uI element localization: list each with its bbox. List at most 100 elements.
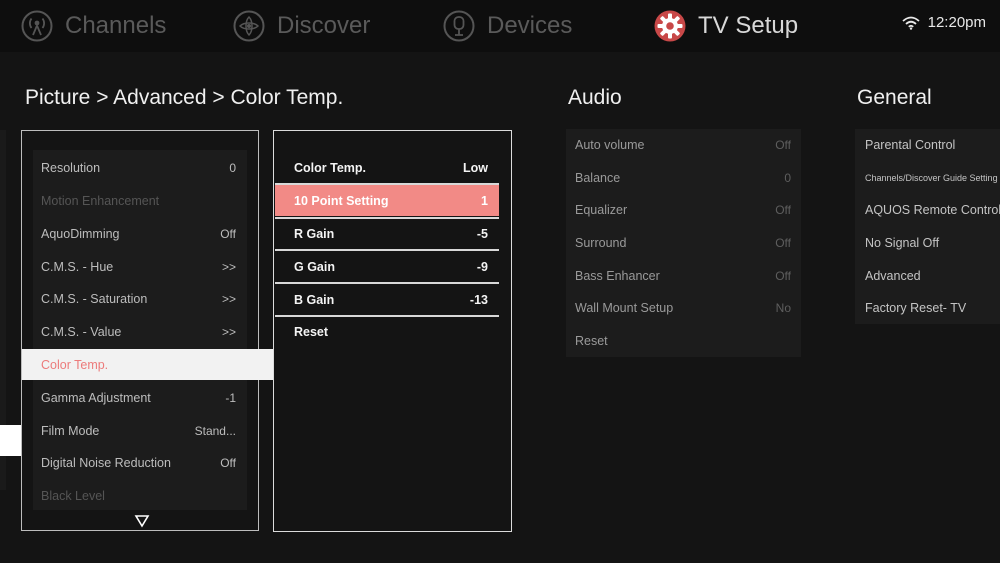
item-label: Auto volume	[575, 138, 645, 152]
item-value: 0	[784, 171, 791, 185]
item-value: -13	[469, 292, 488, 307]
item-label: Gamma Adjustment	[41, 391, 151, 405]
clock: 12:20pm	[927, 14, 986, 31]
item-label: G Gain	[294, 259, 335, 274]
menu-item-film-mode[interactable]: Film Mode Stand...	[41, 415, 236, 447]
menu-item-aquodimming[interactable]: AquoDimming Off	[41, 218, 236, 250]
previous-menu-selection	[0, 425, 21, 456]
menu-item-color-temp-mode[interactable]: Color Temp. Low	[275, 152, 499, 183]
menu-item-auto-volume[interactable]: Auto volume Off	[575, 129, 791, 161]
menu-item-advanced[interactable]: Advanced	[865, 260, 1000, 292]
nav-tv-setup[interactable]: TV Setup	[654, 4, 798, 48]
nav-label: Channels	[65, 12, 167, 39]
menu-item-reset[interactable]: Reset	[275, 316, 499, 347]
breadcrumb: Picture > Advanced > Color Temp.	[25, 86, 344, 109]
item-label: Balance	[575, 171, 621, 185]
item-value: Low	[463, 160, 488, 175]
menu-item-cms-hue[interactable]: C.M.S. - Hue >>	[41, 251, 236, 283]
channels-icon	[21, 10, 53, 42]
item-value: >>	[221, 260, 236, 274]
nav-discover[interactable]: Discover	[233, 4, 370, 48]
item-label: R Gain	[294, 226, 335, 241]
menu-item-resolution[interactable]: Resolution 0	[41, 152, 236, 184]
item-label: Reset	[575, 334, 608, 348]
menu-item-bass-enhancer[interactable]: Bass Enhancer Off	[575, 260, 791, 292]
item-value: Off	[220, 456, 236, 470]
menu-item-factory-reset[interactable]: Factory Reset- TV	[865, 292, 1000, 324]
item-label: Factory Reset- TV	[865, 301, 967, 315]
item-label: Color Temp.	[41, 357, 109, 372]
item-value: Stand...	[194, 424, 236, 438]
item-label: C.M.S. - Hue	[41, 260, 114, 274]
item-value: Off	[220, 227, 236, 241]
menu-item-parental-control[interactable]: Parental Control	[865, 129, 1000, 161]
item-label: Film Mode	[41, 424, 100, 438]
scroll-down-arrow-icon[interactable]	[134, 514, 150, 528]
color-temp-menu: Color Temp. Low 10 Point Setting 1 R Gai…	[273, 130, 512, 532]
menu-item-surround[interactable]: Surround Off	[575, 227, 791, 259]
item-value: -9	[476, 259, 488, 274]
item-label: No Signal Off	[865, 236, 940, 250]
item-value: 1	[481, 193, 488, 208]
item-label: Channels/Discover Guide Setting	[865, 173, 998, 183]
audio-menu: Auto volume Off Balance 0 Equalizer Off …	[566, 129, 801, 357]
item-label: Parental Control	[865, 138, 956, 152]
menu-item-cms-saturation[interactable]: C.M.S. - Saturation >>	[41, 283, 236, 315]
menu-item-aquos-remote-control[interactable]: AQUOS Remote Control	[865, 194, 1000, 226]
menu-item-digital-noise-reduction[interactable]: Digital Noise Reduction Off	[41, 447, 236, 479]
menu-item-color-temp[interactable]: Color Temp.	[22, 349, 274, 380]
audio-title: Audio	[568, 86, 622, 109]
item-label: C.M.S. - Saturation	[41, 292, 148, 306]
item-value: >>	[221, 292, 236, 306]
item-value: Off	[775, 138, 791, 152]
nav-label: Discover	[277, 12, 371, 39]
item-value: Off	[775, 269, 791, 283]
item-label: Surround	[575, 236, 627, 250]
menu-item-r-gain[interactable]: R Gain -5	[275, 218, 499, 249]
item-label: Resolution	[41, 161, 101, 175]
menu-item-10-point-setting[interactable]: 10 Point Setting 1	[275, 185, 499, 216]
general-menu: Parental Control Channels/Discover Guide…	[855, 129, 1000, 324]
menu-item-g-gain[interactable]: G Gain -9	[275, 251, 499, 282]
item-value: >>	[221, 325, 236, 339]
item-label: Reset	[294, 324, 329, 339]
general-title: General	[857, 86, 932, 109]
item-value: 0	[229, 161, 236, 175]
menu-item-audio-reset[interactable]: Reset	[575, 325, 791, 357]
nav-label: TV Setup	[698, 12, 799, 39]
item-label: B Gain	[294, 292, 335, 307]
item-label: Advanced	[865, 269, 921, 283]
item-label: Motion Enhancement	[41, 194, 160, 208]
item-label: Black Level	[41, 489, 105, 503]
menu-item-balance[interactable]: Balance 0	[575, 162, 791, 194]
nav-devices[interactable]: Devices	[443, 4, 572, 48]
item-value: No	[775, 301, 791, 315]
menu-item-wall-mount-setup[interactable]: Wall Mount Setup No	[575, 292, 791, 324]
menu-item-gamma-adjustment[interactable]: Gamma Adjustment -1	[41, 382, 236, 414]
item-label: Wall Mount Setup	[575, 301, 674, 315]
item-value: -5	[476, 226, 488, 241]
item-value: Off	[775, 203, 791, 217]
status-area: 12:20pm	[902, 14, 986, 31]
item-value: -1	[225, 391, 236, 405]
item-label: C.M.S. - Value	[41, 325, 122, 339]
nav-channels[interactable]: Channels	[21, 4, 166, 48]
menu-item-cms-value[interactable]: C.M.S. - Value >>	[41, 316, 236, 348]
menu-item-black-level: Black Level	[41, 480, 236, 512]
picture-advanced-menu: Resolution 0 Motion Enhancement AquoDimm…	[21, 130, 274, 531]
item-label: Digital Noise Reduction	[41, 456, 171, 470]
tv-setup-icon	[654, 10, 686, 42]
menu-item-equalizer[interactable]: Equalizer Off	[575, 194, 791, 226]
item-value: Off	[775, 236, 791, 250]
devices-icon	[443, 10, 475, 42]
menu-item-b-gain[interactable]: B Gain -13	[275, 284, 499, 315]
discover-icon	[233, 10, 265, 42]
menu-item-no-signal-off[interactable]: No Signal Off	[865, 227, 1000, 259]
item-label: Equalizer	[575, 203, 628, 217]
top-nav-bar: Channels Discover Devices TV Setup 12:20…	[0, 0, 1000, 52]
item-label: AQUOS Remote Control	[865, 203, 1000, 217]
nav-label: Devices	[487, 12, 573, 39]
menu-item-guide-setting[interactable]: Channels/Discover Guide Setting	[865, 162, 1000, 194]
item-label: 10 Point Setting	[294, 193, 389, 208]
item-label: Bass Enhancer	[575, 269, 660, 283]
